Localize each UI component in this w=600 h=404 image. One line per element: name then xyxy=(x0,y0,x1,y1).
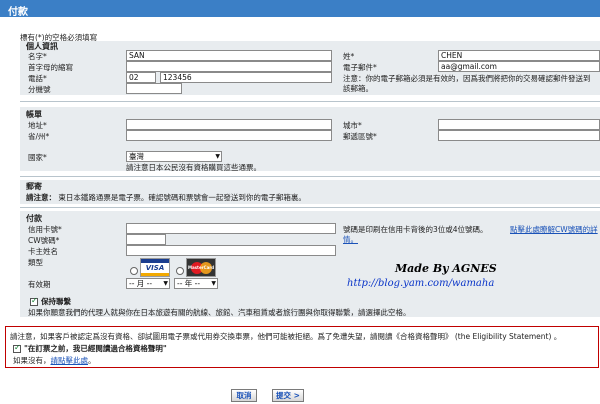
country-select-value: 臺灣 xyxy=(129,152,144,161)
card-type-label: 類型 xyxy=(28,258,43,267)
email-input[interactable]: aa@gmail.com xyxy=(438,61,600,72)
month-select-value: -- 月 -- xyxy=(129,279,153,288)
billing-section-title: 帳單 xyxy=(26,110,42,119)
first-name-input[interactable]: SAN xyxy=(126,50,332,61)
initial-label: 首字母的縮寫 xyxy=(28,63,73,72)
divider xyxy=(20,101,600,102)
phone-label: 電話* xyxy=(28,74,47,83)
mastercard-radio[interactable] xyxy=(176,267,184,275)
city-label: 城市* xyxy=(343,121,362,130)
year-select-value: -- 年 -- xyxy=(177,279,201,288)
watermark-url: http://blog.yam.com/wamaha xyxy=(347,278,495,289)
ext-label: 分機號 xyxy=(28,85,51,94)
keep-contact-note: 如果你願意我們的代理人就與你在日本旅遊有關的航線、旅館、汽車租賃或者旅行團與你取… xyxy=(28,308,411,317)
country-label: 國家* xyxy=(28,153,47,162)
ext-input[interactable] xyxy=(126,83,182,94)
keep-contact-checkbox[interactable] xyxy=(30,296,38,306)
chevron-down-icon: ▼ xyxy=(163,280,168,287)
delivery-note-bold: 請注意： xyxy=(26,193,56,202)
last-name-input[interactable]: CHEN xyxy=(438,50,600,61)
province-label: 省/州* xyxy=(28,132,50,141)
keep-contact-label: 保持聯繫 xyxy=(41,297,71,306)
month-select[interactable]: -- 月 -- ▼ xyxy=(126,278,170,289)
divider xyxy=(20,176,600,177)
watermark-title: Made By AGNES xyxy=(395,262,497,275)
expiry-label: 有效期 xyxy=(28,280,51,289)
delivery-section-title: 郵寄 xyxy=(26,182,42,191)
cvv-label: CW號碼* xyxy=(28,236,60,245)
cvv-info-link-2[interactable]: 情。 xyxy=(343,234,358,245)
cvv-info-link[interactable]: 點擊此處瞭解CW號碼的詳 xyxy=(510,224,598,235)
initial-input[interactable] xyxy=(126,61,332,72)
visa-radio[interactable] xyxy=(130,267,138,275)
card-number-label: 信用卡號* xyxy=(28,225,62,234)
city-input[interactable] xyxy=(438,119,600,130)
chevron-down-icon: ▼ xyxy=(215,153,220,160)
cvv-input[interactable] xyxy=(126,234,166,245)
eligibility-notice: 請注意，如果客戶被認定爲沒有資格、卻試圖用電子票或代用券交換車票，他們可能被拒絕… xyxy=(10,332,562,341)
postal-label: 郵遞區號* xyxy=(343,132,377,141)
postal-input[interactable] xyxy=(438,130,600,141)
divider xyxy=(20,207,600,208)
year-select[interactable]: -- 年 -- ▼ xyxy=(174,278,218,289)
address-label: 地址* xyxy=(28,121,47,130)
eligibility-no-prefix: 如果沒有， xyxy=(13,356,51,365)
delivery-note: 東日本鐵路通票是電子票。確認號碼和票號會一起發送到你的電子郵箱裏。 xyxy=(58,193,306,202)
email-label: 電子郵件* xyxy=(343,63,377,72)
email-note-2: 該郵箱。 xyxy=(343,84,373,93)
chevron-down-icon: ▼ xyxy=(211,280,216,287)
mastercard-icon: MasterCard xyxy=(186,258,216,277)
eligibility-checkbox[interactable] xyxy=(13,343,21,353)
page-title: 付款 xyxy=(0,0,600,18)
visa-card-icon: VISA xyxy=(140,258,170,277)
last-name-label: 姓* xyxy=(343,52,355,61)
submit-button[interactable]: 提交 > xyxy=(272,389,304,402)
phone-number-input[interactable]: 123456 xyxy=(160,72,332,83)
first-name-label: 名字* xyxy=(28,52,47,61)
country-select[interactable]: 臺灣 ▼ xyxy=(126,151,222,162)
cvv-note: 號碼是印刷在信用卡背後的3位或4位號碼。 xyxy=(343,225,488,234)
eligibility-suffix: 。 xyxy=(88,356,96,365)
phone-area-input[interactable]: 02 xyxy=(126,72,156,83)
card-number-input[interactable] xyxy=(126,223,336,234)
address-input[interactable] xyxy=(126,119,332,130)
eligibility-read-link[interactable]: 請點擊此處 xyxy=(51,356,89,365)
country-note: 請注意日本公民沒有資格購買這些通票。 xyxy=(126,163,261,172)
payment-section-title: 付款 xyxy=(26,214,42,223)
eligibility-confirm-label: "在訂票之前，我已經閱讀過合格資格聲明" xyxy=(24,344,167,353)
email-note: 注意：你的電子郵箱必須是有效的，因爲我們將把你的交易確認郵件發送到 xyxy=(343,74,591,83)
card-name-label: 卡主姓名 xyxy=(28,247,58,256)
cancel-button[interactable]: 取消 xyxy=(231,389,257,402)
card-name-input[interactable] xyxy=(126,245,336,256)
province-input[interactable] xyxy=(126,130,332,141)
